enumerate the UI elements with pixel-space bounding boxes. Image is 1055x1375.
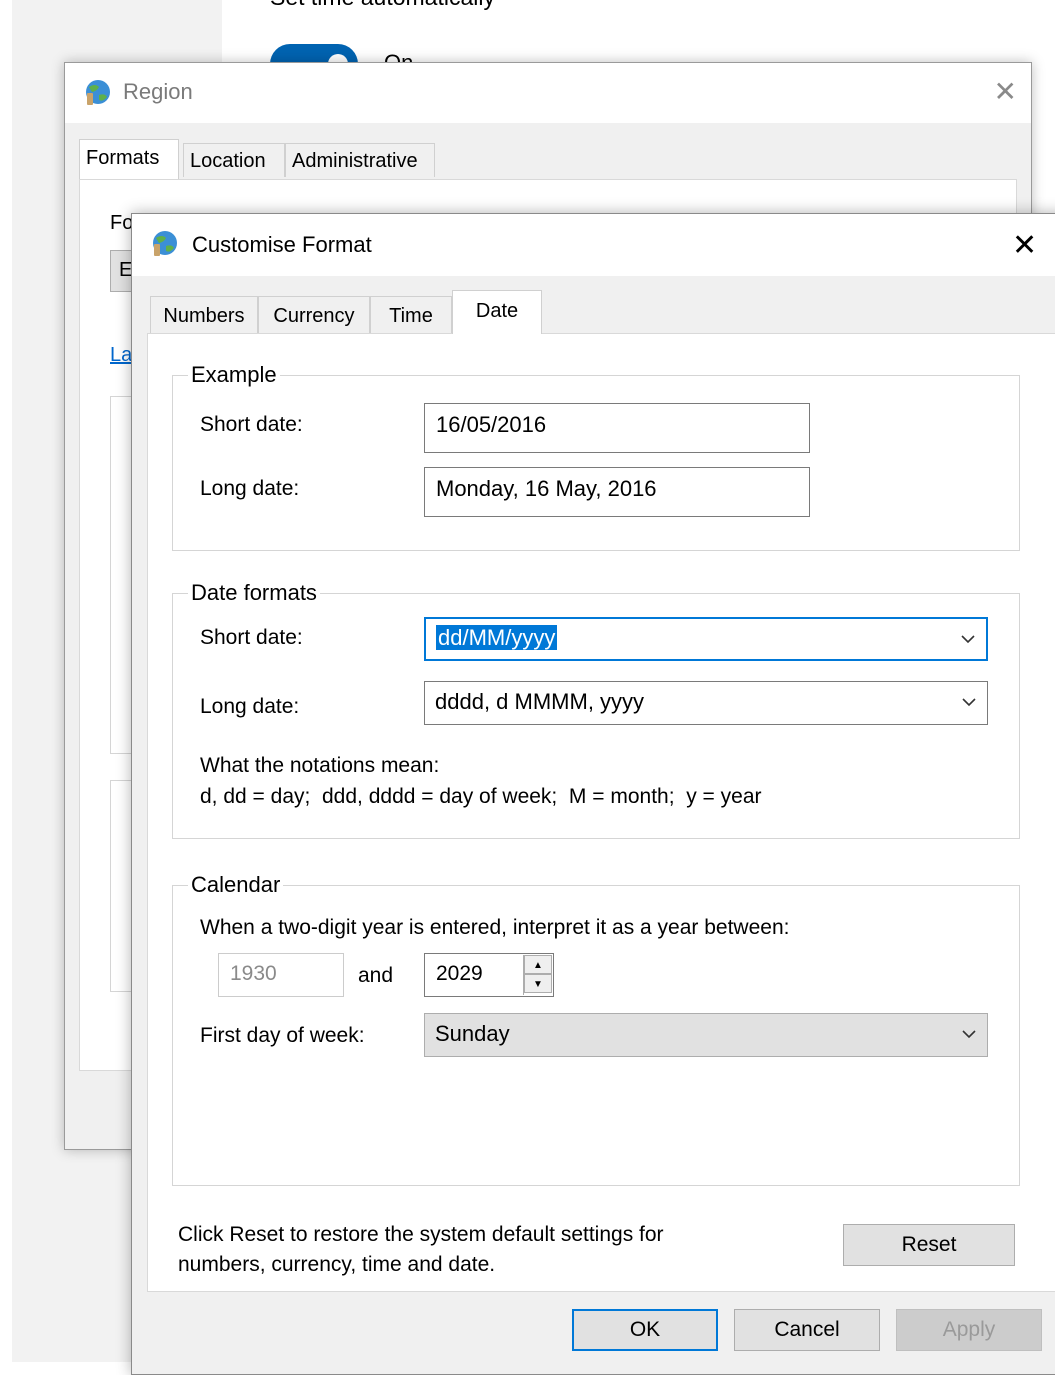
chevron-down-icon[interactable] — [961, 682, 977, 736]
year-from-field: 1930 — [218, 953, 344, 997]
date-tab-panel: Example Short date: 16/05/2016 Long date… — [147, 333, 1055, 1292]
language-link-partial[interactable]: La — [110, 344, 132, 367]
ok-button[interactable]: OK — [572, 1309, 718, 1351]
notations-text: d, dd = day; ddd, dddd = day of week; M … — [200, 785, 762, 808]
long-date-format-combo[interactable]: dddd, d MMMM, yyyy — [424, 681, 988, 725]
dialog-title: Customise Format — [192, 232, 372, 257]
tab-administrative[interactable]: Administrative — [285, 143, 435, 177]
example-group — [172, 375, 1020, 551]
reset-button[interactable]: Reset — [843, 1224, 1015, 1266]
year-to-value[interactable]: 2029 — [436, 962, 483, 985]
example-short-date-value: 16/05/2016 — [424, 403, 810, 453]
spin-up-icon[interactable]: ▲ — [524, 955, 552, 974]
globe-icon — [83, 77, 113, 112]
dialog-titlebar: Customise Format ✕ — [132, 214, 1055, 276]
formats-label-partial: Fo — [110, 212, 134, 234]
first-day-of-week-label: First day of week: — [200, 1024, 365, 1047]
tab-date[interactable]: Date — [452, 290, 542, 334]
first-day-of-week-combo[interactable]: Sunday — [424, 1013, 988, 1057]
example-short-date-label: Short date: — [200, 413, 303, 436]
long-date-format-label: Long date: — [200, 695, 300, 718]
short-date-format-label: Short date: — [200, 626, 303, 649]
reset-help-line2: numbers, currency, time and date. — [178, 1253, 496, 1276]
short-date-format-combo[interactable]: dd/MM/yyyy — [424, 617, 988, 661]
tab-formats[interactable]: Formats — [79, 139, 179, 179]
two-digit-year-instruction: When a two-digit year is entered, interp… — [200, 916, 790, 939]
globe-icon — [150, 228, 180, 263]
tab-numbers[interactable]: Numbers — [150, 296, 258, 334]
tab-location[interactable]: Location — [183, 143, 285, 177]
close-icon[interactable]: ✕ — [994, 75, 1017, 108]
example-long-date-label: Long date: — [200, 477, 300, 500]
close-icon[interactable]: ✕ — [1012, 228, 1037, 263]
example-long-date-value: Monday, 16 May, 2016 — [424, 467, 810, 517]
tab-time[interactable]: Time — [370, 296, 452, 334]
apply-button: Apply — [896, 1309, 1042, 1351]
region-titlebar: Region ✕ — [65, 63, 1031, 123]
date-formats-legend: Date formats — [188, 580, 320, 606]
example-legend: Example — [188, 362, 280, 388]
notations-title: What the notations mean: — [200, 754, 440, 777]
cancel-button[interactable]: Cancel — [734, 1309, 880, 1351]
reset-help-line1: Click Reset to restore the system defaul… — [178, 1223, 664, 1246]
customise-format-dialog: Customise Format ✕ Numbers Currency Time… — [131, 213, 1055, 1375]
year-to-field[interactable]: 2029 ▲ ▼ — [424, 953, 554, 997]
and-label: and — [358, 964, 394, 987]
region-title: Region — [123, 79, 193, 104]
chevron-down-icon[interactable] — [960, 619, 976, 672]
first-day-of-week-value[interactable]: Sunday — [435, 1021, 510, 1046]
settings-edge — [0, 0, 12, 1362]
short-date-format-value[interactable]: dd/MM/yyyy — [436, 625, 558, 650]
long-date-format-value[interactable]: dddd, d MMMM, yyyy — [435, 689, 644, 714]
year-spinner[interactable]: ▲ ▼ — [523, 955, 552, 995]
calendar-legend: Calendar — [188, 872, 284, 898]
tab-currency[interactable]: Currency — [258, 296, 370, 334]
chevron-down-icon[interactable] — [961, 1014, 977, 1068]
spin-down-icon[interactable]: ▼ — [524, 974, 552, 993]
set-time-automatically-label: Set time automatically — [270, 0, 495, 11]
